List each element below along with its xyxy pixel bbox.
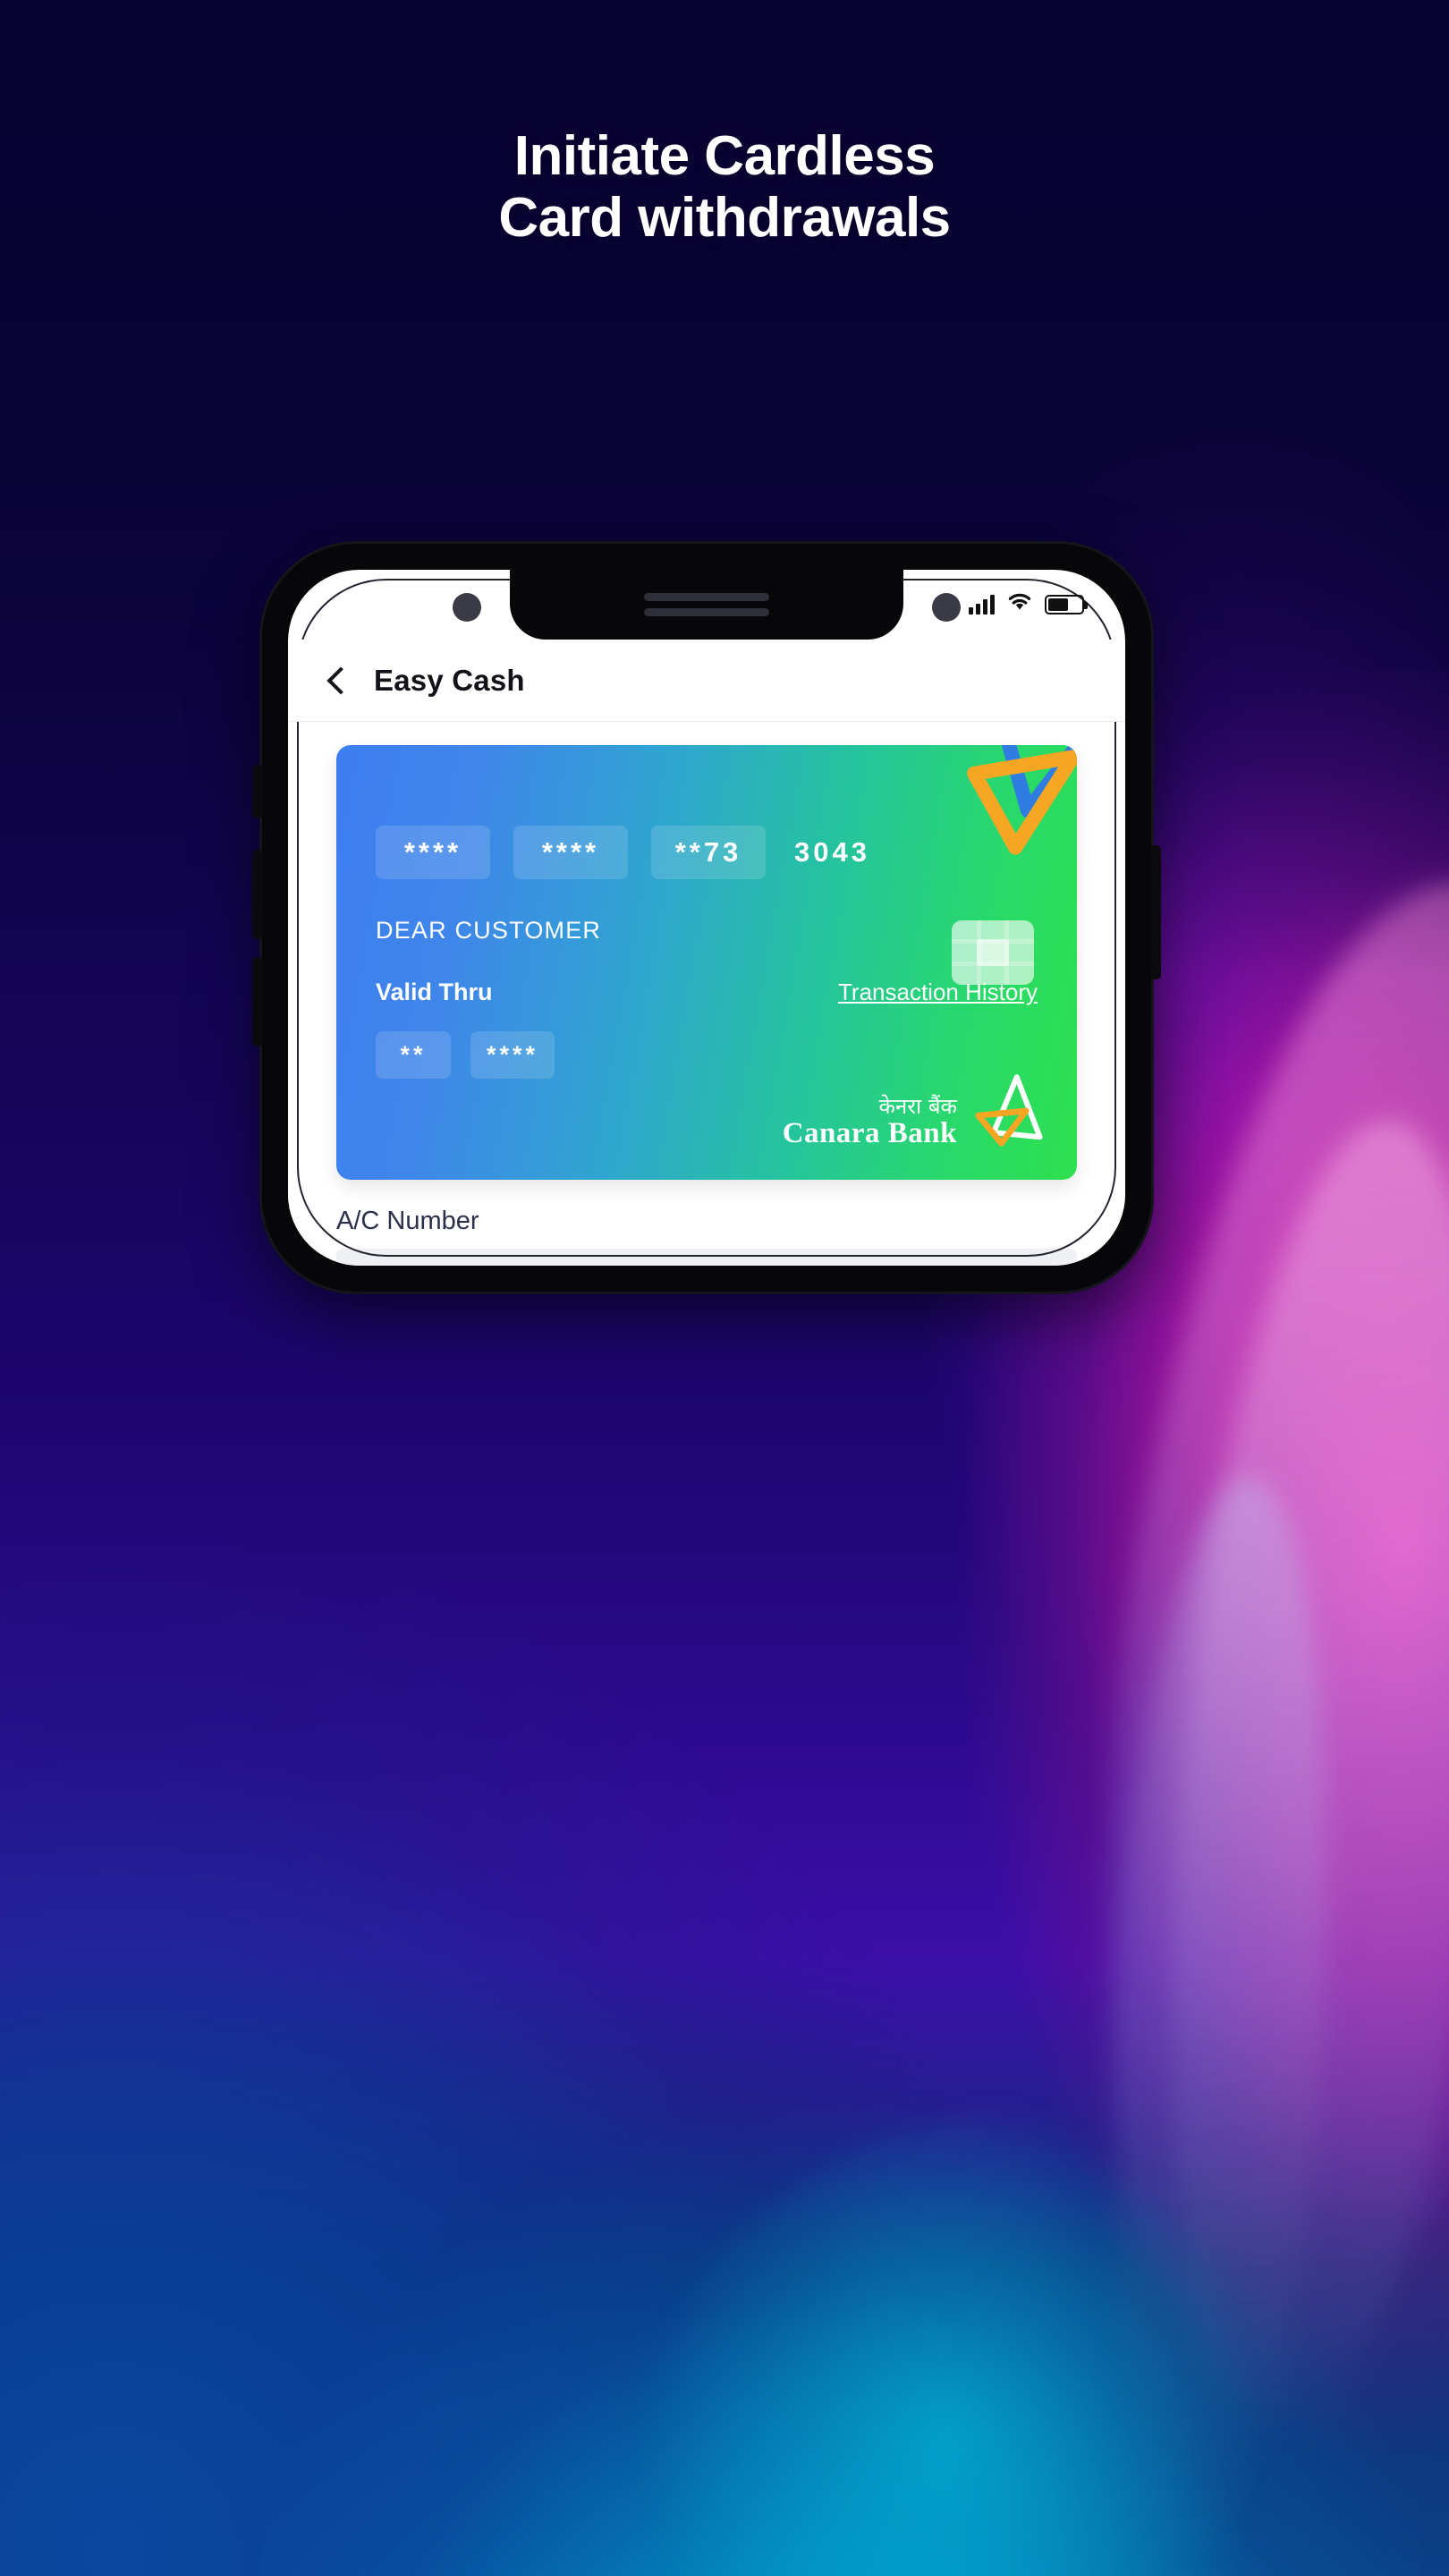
chevron-left-icon[interactable] (326, 665, 355, 695)
promo-headline-line-2: Card withdrawals (498, 187, 951, 250)
page-title: Easy Cash (374, 663, 525, 697)
signal-bars-icon (969, 595, 995, 614)
card-valid-row: Valid Thru Transaction History (376, 979, 1038, 1006)
promo-headline-line-1: Initiate Cardless (513, 125, 936, 187)
account-number-select[interactable]: XXXXXXXXXX1730 (336, 1249, 1077, 1266)
phone-mockup: Easy Cash **** **** **73 3043 DEAR CUSTO… (252, 541, 1161, 1294)
card-number-group-3: **73 (651, 826, 766, 879)
bank-name-hindi: केनरा बैंक (878, 1094, 957, 1120)
phone-mute-switch[interactable] (252, 765, 263, 818)
debit-card[interactable]: **** **** **73 3043 DEAR CUSTOMER Valid … (336, 745, 1077, 1180)
screen-content: **** **** **73 3043 DEAR CUSTOMER Valid … (288, 722, 1125, 1266)
card-number-group-1: **** (376, 826, 490, 879)
status-bar-icons (969, 593, 1088, 617)
phone-volume-down-button[interactable] (252, 957, 263, 1046)
wifi-icon (1007, 593, 1032, 617)
card-flash-logo-icon (967, 745, 1077, 855)
phone-screen: Easy Cash **** **** **73 3043 DEAR CUSTO… (288, 570, 1125, 1266)
phone-volume-up-button[interactable] (252, 850, 263, 939)
front-camera-icon (932, 593, 961, 622)
app-header: Easy Cash (288, 640, 1125, 722)
battery-icon (1045, 595, 1088, 614)
promo-headline: Initiate Cardless Card withdrawals (0, 125, 1449, 250)
canara-bank-logo-icon: केनरा बैंक Canara Bank (783, 1072, 1043, 1149)
account-number-label: A/C Number (336, 1207, 479, 1235)
bank-name-block: केनरा बैंक Canara Bank (782, 1094, 957, 1150)
card-expiry-month: ** (376, 1031, 451, 1079)
phone-notch (453, 570, 961, 640)
card-chip-icon (952, 920, 1034, 985)
canara-triangle-icon (975, 1074, 1043, 1147)
card-expiry-year: **** (470, 1031, 555, 1079)
valid-thru-label: Valid Thru (376, 979, 493, 1005)
earpiece-speaker-icon (644, 593, 769, 616)
card-number-group-2: **** (513, 826, 628, 879)
sensor-icon (453, 593, 481, 622)
phone-power-button[interactable] (1150, 845, 1161, 979)
card-number-group-4: 3043 (794, 836, 870, 868)
bank-name-english: Canara Bank (782, 1117, 957, 1150)
